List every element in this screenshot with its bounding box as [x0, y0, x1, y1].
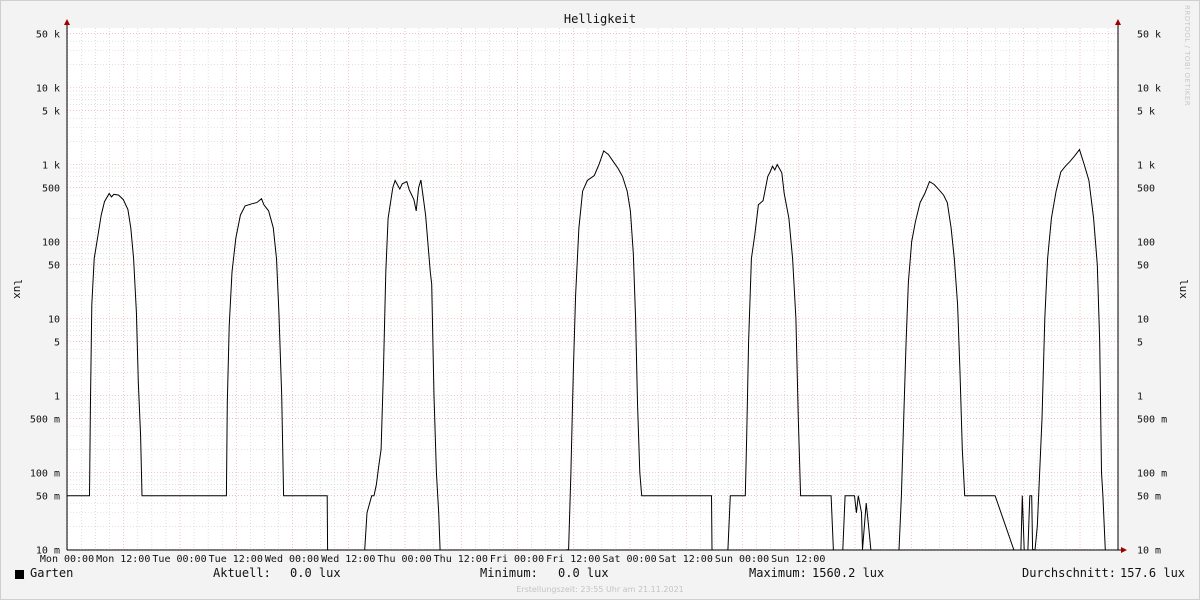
legend-current-label: Aktuell: — [213, 566, 271, 580]
y-tick-label-left: 100 m — [30, 469, 60, 480]
y-tick-label-right: 500 — [1137, 184, 1155, 195]
x-tick-label: Tue 12:00 — [209, 554, 263, 565]
legend-max-label: Maximum: — [749, 566, 807, 580]
x-tick-label: Fri 00:00 — [490, 554, 544, 565]
legend-series-label: Garten — [30, 566, 74, 580]
y-tick-label-right: 5 — [1137, 338, 1143, 349]
legend-min-value: 0.0 lux — [558, 566, 609, 580]
y-tick-label-right: 10 m — [1137, 546, 1161, 557]
x-tick-label: Wed 12:00 — [321, 554, 375, 565]
y-tick-label-left: 10 — [48, 315, 60, 326]
y-tick-label-right: 50 k — [1137, 30, 1161, 41]
y-tick-label-left: 50 k — [36, 30, 60, 41]
y-tick-label-right: 100 — [1137, 238, 1155, 249]
y-tick-label-right: 1 — [1137, 392, 1143, 403]
x-tick-label: Mon 12:00 — [96, 554, 150, 565]
legend-swatch — [15, 570, 24, 579]
x-tick-label: Wed 00:00 — [265, 554, 319, 565]
y-tick-label-left: 500 — [42, 184, 60, 195]
x-tick-label: Mon 00:00 — [40, 554, 94, 565]
y-tick-label-right: 10 — [1137, 315, 1149, 326]
y-axis-label-left: lux — [11, 279, 24, 299]
y-axis-label-right: lux — [1177, 279, 1190, 299]
y-tick-label-left: 50 m — [36, 492, 60, 503]
y-tick-label-right: 1 k — [1137, 161, 1155, 172]
y-tick-label-left: 50 — [48, 261, 60, 272]
y-tick-label-left: 5 — [54, 338, 60, 349]
legend-avg-value: 157.6 lux — [1120, 566, 1186, 580]
x-tick-label: Sat 00:00 — [602, 554, 656, 565]
x-tick-label: Sun 00:00 — [715, 554, 769, 565]
y-tick-label-right: 100 m — [1137, 469, 1167, 480]
arrow-up-left-icon — [64, 19, 70, 25]
arrow-right-icon — [1121, 547, 1127, 553]
legend-max-value: 1560.2 lux — [812, 566, 885, 580]
legend-current-value: 0.0 lux — [290, 566, 341, 580]
y-tick-label-left: 1 k — [42, 161, 60, 172]
y-tick-label-right: 5 k — [1137, 107, 1155, 118]
x-tick-label: Fri 12:00 — [546, 554, 600, 565]
y-tick-label-left: 500 m — [30, 415, 60, 426]
y-tick-label-right: 50 m — [1137, 492, 1161, 503]
arrow-up-right-icon — [1115, 19, 1121, 25]
y-tick-label-left: 5 k — [42, 107, 60, 118]
legend: Garten Aktuell: 0.0 lux Minimum: 0.0 lux… — [0, 566, 1200, 586]
y-tick-label-left: 10 k — [36, 84, 60, 95]
y-tick-label-left: 100 — [42, 238, 60, 249]
chart: 10 m 10 m50 m 50 m100 m 100 m500 m 500 m1 15 5… — [11, 12, 1190, 565]
x-tick-label: Thu 12:00 — [434, 554, 488, 565]
watermark: RRDTOOL / TOBI OETIKER — [1183, 5, 1191, 107]
y-tick-label-right: 500 m — [1137, 415, 1167, 426]
legend-min-label: Minimum: — [480, 566, 538, 580]
x-tick-label: Sun 12:00 — [771, 554, 825, 565]
y-tick-label-right: 10 k — [1137, 84, 1161, 95]
chart-title: Helligkeit — [564, 12, 636, 26]
plot-background — [67, 28, 1118, 550]
y-tick-label-right: 50 — [1137, 261, 1149, 272]
x-tick-label: Sat 12:00 — [659, 554, 713, 565]
legend-avg-label: Durchschnitt: — [1022, 566, 1116, 580]
creation-time: Erstellungszeit: 23:55 Uhr am 21.11.2021 — [516, 585, 684, 594]
x-tick-label: Thu 00:00 — [377, 554, 431, 565]
x-tick-label: Tue 00:00 — [152, 554, 206, 565]
y-tick-label-left: 1 — [54, 392, 60, 403]
